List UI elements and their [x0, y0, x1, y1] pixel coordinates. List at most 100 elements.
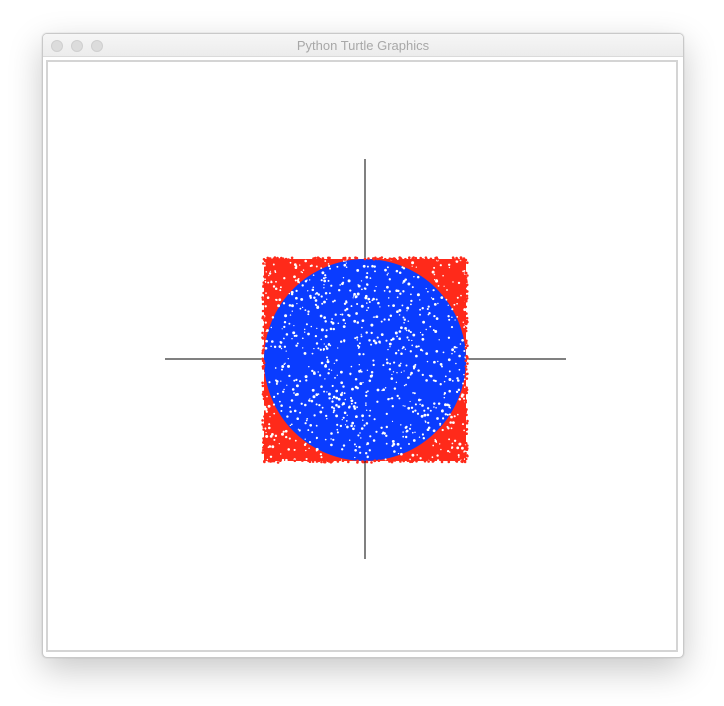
- square-dot: [281, 257, 285, 260]
- circle-gap: [342, 281, 345, 284]
- square-gap: [433, 266, 436, 269]
- monte-carlo-dots: [261, 256, 469, 464]
- circle-gap: [389, 314, 393, 318]
- square-gap: [266, 458, 269, 461]
- square-dot: [262, 366, 265, 369]
- circle-gap: [281, 328, 283, 330]
- square-dot: [330, 459, 333, 463]
- circle-gap: [341, 403, 344, 406]
- square-gap: [446, 449, 450, 453]
- circle-gap: [457, 379, 460, 382]
- circle-gap: [304, 375, 308, 379]
- circle-gap: [399, 362, 402, 365]
- circle-gap: [398, 364, 401, 367]
- circle-gap: [304, 438, 306, 440]
- square-gap: [450, 415, 453, 419]
- circle-gap: [414, 363, 417, 366]
- circle-gap: [448, 318, 451, 321]
- circle-gap: [348, 314, 351, 318]
- circle-gap: [439, 383, 442, 386]
- circle-gap: [448, 404, 451, 407]
- circle-gap: [375, 315, 379, 319]
- square-gap: [263, 372, 265, 374]
- circle-gap: [290, 423, 293, 426]
- circle-gap: [387, 304, 390, 307]
- circle-gap: [412, 439, 416, 442]
- circle-gap: [432, 297, 435, 301]
- square-dot: [412, 256, 415, 259]
- circle-gap: [311, 431, 314, 434]
- circle-gap: [268, 381, 271, 384]
- square-gap: [302, 269, 305, 271]
- circle-gap: [435, 317, 439, 320]
- circle-gap: [373, 289, 376, 292]
- circle-gap: [417, 398, 421, 402]
- square-gap: [269, 455, 273, 459]
- circle-gap: [372, 316, 375, 318]
- square-gap: [263, 264, 266, 267]
- square-dot: [261, 302, 265, 306]
- circle-gap: [290, 290, 294, 294]
- circle-gap: [320, 279, 323, 282]
- circle-gap: [396, 394, 399, 398]
- square-dot: [440, 460, 444, 464]
- circle-gap: [303, 328, 306, 331]
- square-gap: [274, 287, 278, 291]
- circle-gap: [270, 326, 273, 329]
- square-dot: [460, 258, 463, 261]
- circle-gap: [426, 413, 430, 417]
- square-dot: [423, 459, 427, 463]
- circle-gap: [279, 400, 281, 403]
- circle-gap: [335, 396, 339, 400]
- square-gap: [310, 264, 313, 267]
- square-dot: [365, 460, 369, 464]
- square-gap: [281, 458, 285, 462]
- circle-gap: [429, 374, 433, 378]
- square-gap: [268, 274, 270, 277]
- circle-gap: [326, 391, 328, 393]
- square-dot: [392, 257, 396, 260]
- square-gap: [324, 260, 327, 262]
- square-dot: [341, 459, 345, 463]
- circle-gap: [377, 301, 380, 305]
- circle-gap: [356, 302, 359, 306]
- circle-gap: [343, 263, 347, 267]
- circle-gap: [462, 382, 464, 385]
- circle-gap: [392, 443, 395, 446]
- circle-gap: [315, 437, 318, 440]
- circle-gap: [336, 428, 339, 431]
- circle-gap: [307, 332, 310, 336]
- square-dot: [464, 457, 468, 461]
- circle-gap: [333, 362, 335, 365]
- square-gap: [439, 443, 441, 445]
- circle-gap: [397, 452, 400, 455]
- square-gap: [447, 427, 450, 430]
- square-dot: [377, 459, 381, 463]
- circle-gap: [343, 339, 346, 342]
- circle-gap: [404, 327, 407, 330]
- circle-gap: [344, 322, 347, 325]
- turtle-canvas[interactable]: [46, 60, 678, 652]
- square-dot: [262, 344, 265, 348]
- square-dot: [465, 312, 468, 315]
- circle-gap: [440, 296, 444, 299]
- circle-gap: [365, 404, 367, 406]
- circle-gap: [442, 351, 445, 354]
- circle-gap: [458, 354, 461, 358]
- circle-gap: [330, 443, 333, 447]
- circle-gap: [312, 274, 315, 276]
- circle-gap: [389, 362, 392, 365]
- circle-gap: [295, 289, 298, 293]
- title-bar[interactable]: Python Turtle Graphics: [43, 34, 683, 57]
- circle-gap: [283, 337, 285, 340]
- square-gap: [308, 447, 310, 450]
- circle-gap: [411, 339, 413, 342]
- circle-gap: [345, 262, 347, 264]
- circle-gap: [444, 375, 447, 378]
- circle-gap: [446, 413, 449, 416]
- square-gap: [460, 446, 464, 450]
- circle-gap: [341, 418, 343, 421]
- circle-gap: [351, 421, 355, 425]
- square-dot: [465, 290, 468, 293]
- circle-gap: [407, 406, 411, 410]
